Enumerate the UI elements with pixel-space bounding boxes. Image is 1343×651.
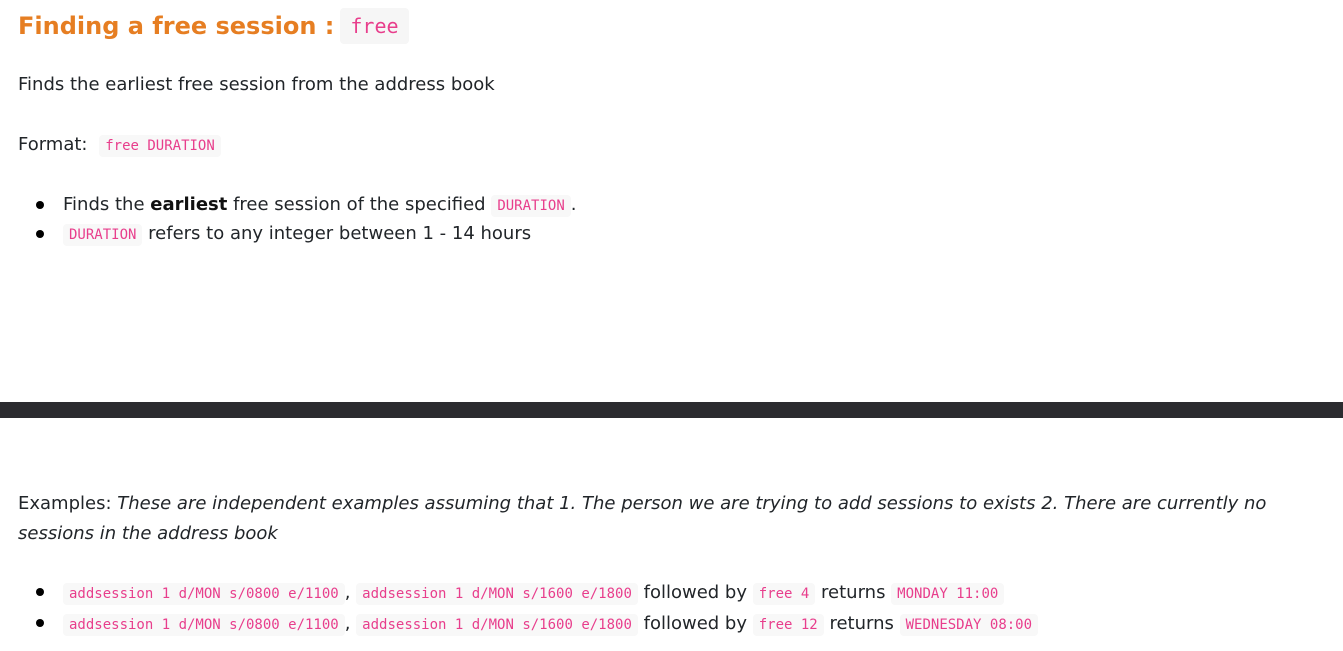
b1-bold: earliest [150,194,228,215]
section-heading: Finding a free session : free [18,8,409,44]
example-cmd2: addsession 1 d/MON s/1600 e/1800 [356,583,638,605]
example-free-cmd: free 4 [752,583,816,605]
section-divider [0,402,1343,418]
list-item: addsession 1 d/MON s/0800 e/1100, addses… [18,578,1038,609]
format-line: Format: free DURATION [18,131,221,160]
examples-paragraph: Examples: These are independent examples… [18,489,1318,549]
example-result: MONDAY 11:00 [891,583,1005,605]
example-cmd1: addsession 1 d/MON s/0800 e/1100 [63,583,345,605]
example-returns: returns [815,582,892,603]
b2-text: refers to any integer between 1 - 14 hou… [142,223,532,244]
example-sep: , [344,613,357,634]
list-item: addsession 1 d/MON s/0800 e/1100, addses… [18,609,1039,640]
example-result: WEDNESDAY 08:00 [899,614,1039,636]
example-followed: followed by [637,582,753,603]
format-code: free DURATION [99,135,221,157]
b1-mid: free session of the specified [227,194,492,215]
b2-code: DURATION [63,224,143,246]
list-item: Finds the earliest free session of the s… [18,191,576,220]
b1-pre: Finds the [63,194,151,215]
list-item: DURATION refers to any integer between 1… [18,220,576,249]
example-free-cmd: free 12 [752,614,824,636]
description-text: Finds the earliest free session from the… [18,74,495,95]
details-list: Finds the earliest free session of the s… [18,191,576,249]
example-cmd1: addsession 1 d/MON s/0800 e/1100 [63,614,345,636]
heading-title: Finding a free session : [18,12,335,40]
examples-list: addsession 1 d/MON s/0800 e/1100, addses… [18,578,1039,640]
examples-note: These are independent examples assuming … [18,493,1267,544]
b1-post: . [570,194,577,215]
example-returns: returns [823,613,900,634]
example-sep: , [344,582,357,603]
format-label: Format: [18,134,94,155]
examples-label: Examples: [18,493,118,514]
b1-code: DURATION [491,195,571,217]
example-cmd2: addsession 1 d/MON s/1600 e/1800 [356,614,638,636]
example-followed: followed by [637,613,753,634]
heading-command-code: free [340,8,409,44]
